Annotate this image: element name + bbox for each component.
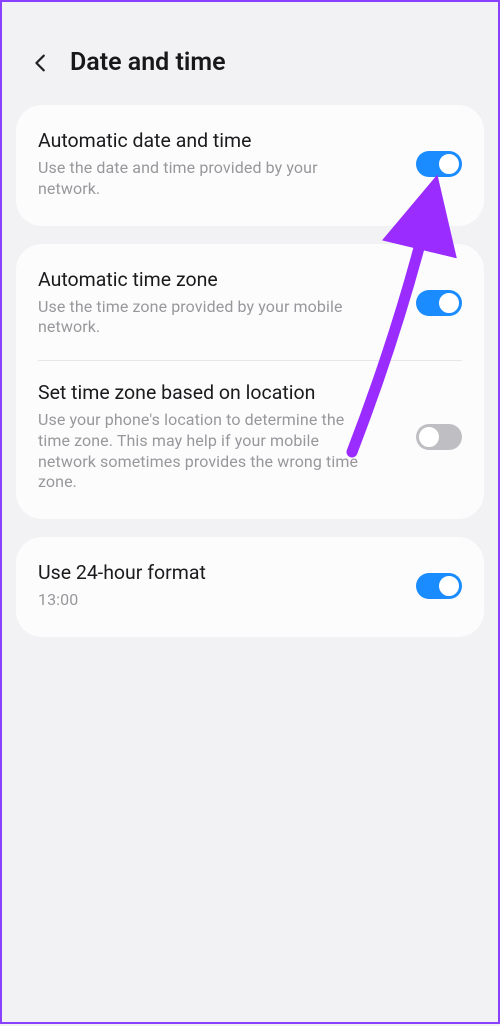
row-text: Use 24-hour format 13:00	[38, 561, 402, 611]
row-title: Automatic time zone	[38, 268, 402, 293]
row-text: Automatic time zone Use the time zone pr…	[38, 268, 402, 339]
time-zone-by-location-toggle[interactable]	[416, 424, 462, 450]
toggle-knob	[438, 153, 460, 175]
chevron-left-icon	[30, 52, 52, 74]
setting-row-time-zone-by-location[interactable]: Set time zone based on location Use your…	[16, 361, 484, 515]
row-subtitle: Use the date and time provided by your n…	[38, 158, 368, 200]
settings-card: Use 24-hour format 13:00	[16, 537, 484, 637]
toggle-knob	[438, 575, 460, 597]
row-subtitle: 13:00	[38, 590, 368, 611]
row-text: Automatic date and time Use the date and…	[38, 129, 402, 200]
automatic-time-zone-toggle[interactable]	[416, 290, 462, 316]
page-title: Date and time	[70, 48, 226, 77]
row-title: Use 24-hour format	[38, 561, 402, 586]
row-text: Set time zone based on location Use your…	[38, 381, 402, 493]
row-subtitle: Use your phone's location to determine t…	[38, 410, 368, 493]
automatic-date-time-toggle[interactable]	[416, 151, 462, 177]
use-24-hour-format-toggle[interactable]	[416, 573, 462, 599]
setting-row-automatic-date-time[interactable]: Automatic date and time Use the date and…	[16, 109, 484, 222]
header: Date and time	[16, 20, 484, 105]
row-title: Set time zone based on location	[38, 381, 402, 406]
row-title: Automatic date and time	[38, 129, 402, 154]
back-button[interactable]	[30, 52, 52, 74]
setting-row-24-hour-format[interactable]: Use 24-hour format 13:00	[16, 541, 484, 633]
settings-card: Automatic date and time Use the date and…	[16, 105, 484, 226]
settings-card: Automatic time zone Use the time zone pr…	[16, 244, 484, 520]
row-subtitle: Use the time zone provided by your mobil…	[38, 297, 368, 339]
toggle-knob	[418, 426, 440, 448]
setting-row-automatic-time-zone[interactable]: Automatic time zone Use the time zone pr…	[16, 248, 484, 361]
toggle-knob	[438, 292, 460, 314]
